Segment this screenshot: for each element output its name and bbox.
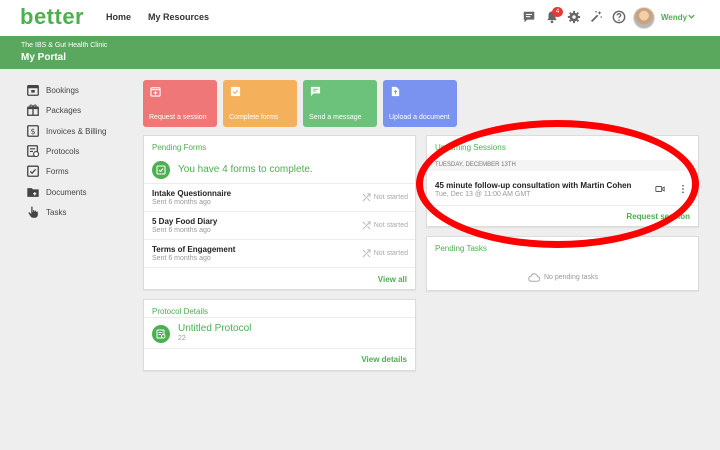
form-sent-time: Sent 6 months ago bbox=[152, 199, 211, 206]
sidebar-item-forms[interactable]: Forms bbox=[26, 164, 69, 178]
view-details-link[interactable]: View details bbox=[361, 355, 407, 364]
complete-forms-tile[interactable]: Complete forms bbox=[223, 80, 297, 127]
checkbox-icon bbox=[230, 86, 241, 97]
pending-forms-card: Pending Forms You have 4 forms to comple… bbox=[143, 135, 416, 290]
calendar-icon bbox=[26, 83, 40, 97]
request-session-link[interactable]: Request session bbox=[626, 212, 690, 221]
divider bbox=[427, 205, 698, 206]
send-message-tile[interactable]: Send a message bbox=[303, 80, 377, 127]
more-options-icon[interactable] bbox=[678, 184, 688, 194]
empty-state: No pending tasks bbox=[427, 271, 698, 284]
dollar-icon: $ bbox=[26, 124, 40, 138]
user-avatar[interactable] bbox=[633, 7, 655, 29]
calendar-add-icon bbox=[150, 86, 161, 97]
message-icon bbox=[310, 86, 321, 97]
sidebar-item-label: Invoices & Billing bbox=[46, 126, 107, 136]
protocol-details-card: Protocol Details Untitled Protocol 22 Vi… bbox=[143, 299, 416, 371]
protocol-icon bbox=[152, 325, 170, 343]
document-icon bbox=[390, 86, 401, 97]
tile-label: Request a session bbox=[149, 114, 207, 121]
upload-document-tile[interactable]: Upload a document bbox=[383, 80, 457, 127]
request-session-tile[interactable]: Request a session bbox=[143, 80, 217, 127]
divider bbox=[144, 183, 415, 184]
sidebar-item-tasks[interactable]: Tasks bbox=[26, 205, 66, 219]
tile-label: Complete forms bbox=[229, 114, 279, 121]
session-title[interactable]: 45 minute follow-up consultation with Ma… bbox=[435, 181, 631, 190]
sidebar-item-documents[interactable]: Documents bbox=[26, 185, 86, 199]
not-started-icon bbox=[362, 221, 371, 230]
divider bbox=[144, 267, 415, 268]
forms-summary: You have 4 forms to complete. bbox=[178, 164, 313, 175]
top-bar: better Home My Resources 4 Wendy bbox=[0, 0, 720, 36]
notification-badge: 4 bbox=[552, 7, 563, 17]
form-name[interactable]: Intake Questionnaire bbox=[152, 189, 231, 198]
view-all-link[interactable]: View all bbox=[378, 275, 407, 284]
user-name[interactable]: Wendy bbox=[661, 13, 687, 22]
not-started-icon bbox=[362, 249, 371, 258]
sidebar-item-bookings[interactable]: Bookings bbox=[26, 83, 79, 97]
form-status-text: Not started bbox=[373, 194, 408, 201]
sidebar-item-label: Bookings bbox=[46, 85, 79, 95]
protocol-count: 22 bbox=[178, 335, 186, 342]
chat-icon[interactable] bbox=[522, 10, 536, 24]
sidebar-item-packages[interactable]: Packages bbox=[26, 103, 81, 117]
magic-wand-icon[interactable] bbox=[589, 10, 603, 24]
form-status: Not started bbox=[362, 221, 408, 230]
form-name[interactable]: 5 Day Food Diary bbox=[152, 217, 217, 226]
hand-pointer-icon bbox=[26, 205, 40, 219]
sidebar-item-invoices[interactable]: $ Invoices & Billing bbox=[26, 124, 106, 138]
card-title: Protocol Details bbox=[152, 307, 209, 316]
gift-icon bbox=[26, 103, 40, 117]
card-title: Upcoming Sessions bbox=[435, 143, 506, 152]
pending-tasks-card: Pending Tasks No pending tasks bbox=[426, 236, 699, 291]
form-name[interactable]: Terms of Engagement bbox=[152, 245, 235, 254]
gear-icon[interactable] bbox=[567, 10, 581, 24]
form-sent-time: Sent 6 months ago bbox=[152, 255, 211, 262]
sidebar-item-label: Forms bbox=[46, 166, 69, 176]
not-started-icon bbox=[362, 193, 371, 202]
form-sent-time: Sent 6 months ago bbox=[152, 227, 211, 234]
divider bbox=[144, 317, 415, 318]
session-date-header: TUESDAY, DECEMBER 13TH bbox=[427, 160, 698, 171]
card-title: Pending Forms bbox=[152, 143, 207, 152]
sidebar-item-label: Documents bbox=[46, 187, 87, 197]
tile-label: Send a message bbox=[309, 114, 362, 121]
checkbox-icon bbox=[152, 161, 170, 179]
form-status: Not started bbox=[362, 249, 408, 258]
portal-header: The IBS & Gut Health Clinic My Portal bbox=[0, 36, 720, 69]
folder-icon bbox=[26, 185, 40, 199]
checkbox-icon bbox=[26, 164, 40, 178]
protocol-icon bbox=[26, 144, 40, 158]
sidebar-item-protocols[interactable]: Protocols bbox=[26, 144, 79, 158]
svg-text:$: $ bbox=[30, 127, 35, 136]
card-title: Pending Tasks bbox=[435, 244, 487, 253]
divider bbox=[144, 348, 415, 349]
divider bbox=[144, 211, 415, 212]
session-time: Tue, Dec 13 @ 11:00 AM GMT bbox=[435, 191, 531, 198]
tile-label: Upload a document bbox=[389, 114, 450, 121]
help-icon[interactable] bbox=[612, 10, 626, 24]
nav-resources-link[interactable]: My Resources bbox=[148, 12, 209, 22]
chevron-down-icon[interactable] bbox=[687, 12, 696, 21]
empty-text: No pending tasks bbox=[543, 274, 599, 281]
page-title: My Portal bbox=[21, 52, 67, 63]
sidebar-item-label: Protocols bbox=[46, 146, 80, 156]
upcoming-sessions-card: Upcoming Sessions TUESDAY, DECEMBER 13TH… bbox=[426, 135, 699, 227]
form-status: Not started bbox=[362, 193, 408, 202]
cloud-icon bbox=[528, 273, 540, 282]
form-status-text: Not started bbox=[373, 222, 408, 229]
divider bbox=[144, 239, 415, 240]
protocol-name[interactable]: Untitled Protocol bbox=[178, 323, 251, 334]
video-camera-icon[interactable] bbox=[655, 184, 665, 194]
app-logo[interactable]: better bbox=[20, 4, 84, 30]
nav-home-link[interactable]: Home bbox=[106, 12, 131, 22]
form-status-text: Not started bbox=[373, 250, 408, 257]
clinic-name: The IBS & Gut Health Clinic bbox=[21, 42, 108, 49]
sidebar-item-label: Packages bbox=[46, 105, 82, 115]
sidebar-item-label: Tasks bbox=[46, 207, 67, 217]
